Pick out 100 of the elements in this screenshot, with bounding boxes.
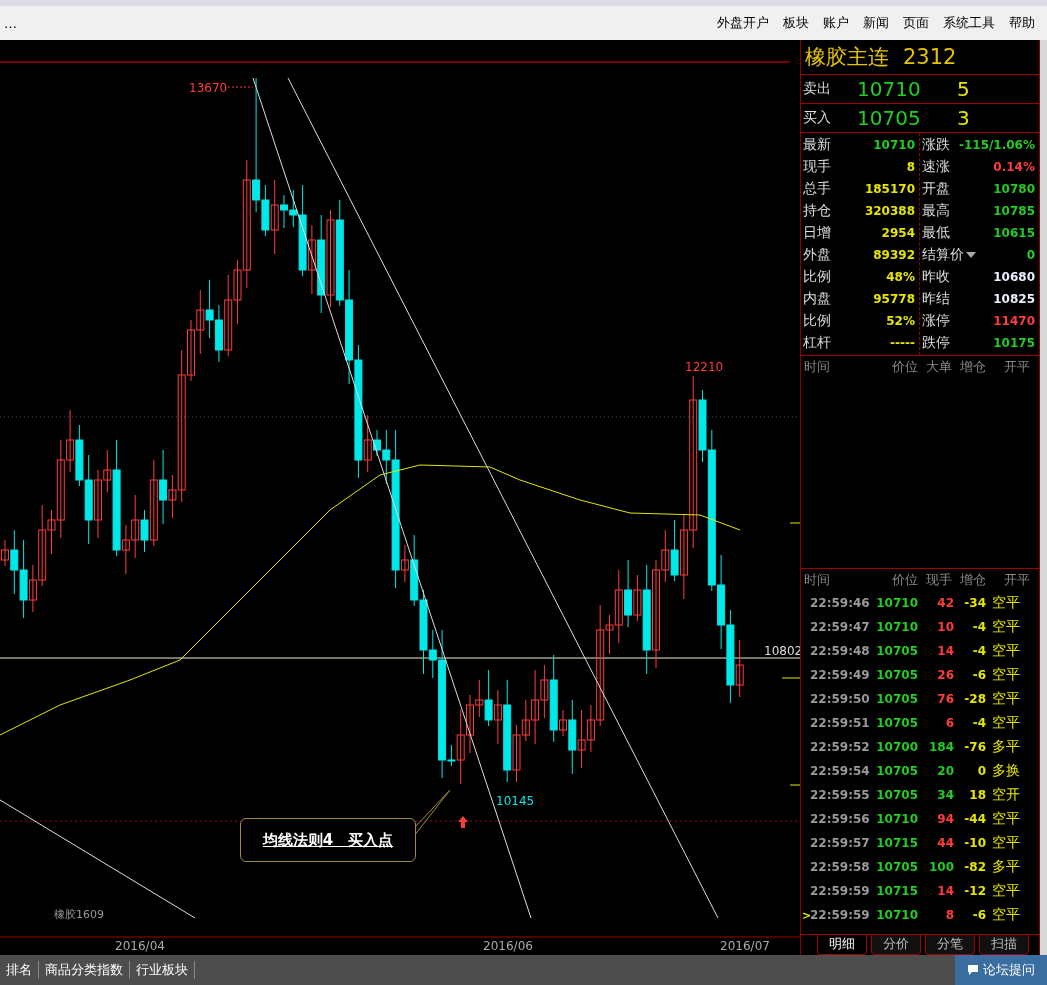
tick-type: 空平 — [991, 690, 1021, 708]
stat-value: 185170 — [864, 182, 915, 196]
stat-value: 11470 — [993, 314, 1035, 328]
stat-label: 现手 — [803, 158, 831, 176]
tick-price: 10710 — [876, 812, 918, 826]
tick-time: 22:59:48 — [810, 644, 871, 658]
candlestick — [577, 709, 586, 769]
tick-volume: 76 — [936, 692, 954, 706]
stat-value: 8 — [906, 160, 915, 174]
tick-change: -44 — [963, 812, 986, 826]
tick-price: 10705 — [876, 788, 918, 802]
stat-label: 日增 — [803, 224, 831, 242]
candlestick — [214, 304, 223, 363]
tick-time: 22:59:47 — [810, 620, 871, 634]
tick-time: 22:59:55 — [810, 788, 871, 802]
stat-value: 95778 — [873, 292, 915, 306]
stat-label: 比例 — [803, 312, 831, 330]
callout-text: 均线法则4 买入点 — [262, 830, 394, 850]
tick-change: -82 — [963, 860, 986, 874]
stat-label: 杠杆 — [803, 334, 831, 352]
tick-change: -76 — [963, 740, 986, 754]
stat-label: 内盘 — [803, 290, 831, 308]
tick-type: 多平 — [991, 738, 1021, 756]
panel-tab[interactable]: 分价 — [871, 935, 921, 955]
column-header: 价位 — [891, 358, 919, 376]
tick-change: 18 — [968, 788, 986, 802]
tick-type: 空平 — [991, 810, 1021, 828]
menu-item[interactable]: 外盘开户 — [717, 14, 769, 32]
menu-item[interactable]: 账户 — [823, 14, 849, 32]
peak-price-label: 12210 — [685, 360, 724, 374]
tick-change: -4 — [971, 644, 986, 658]
stat-label: 涨跌 — [922, 136, 950, 154]
stat-value: 10680 — [993, 270, 1035, 284]
tick-change: -6 — [971, 908, 986, 922]
stat-label: 外盘 — [803, 246, 831, 264]
tick-change: 0 — [976, 764, 986, 778]
menu-item[interactable]: 新闻 — [863, 14, 889, 32]
overflow-menu[interactable]: … — [4, 15, 17, 31]
tick-type: 空开 — [991, 786, 1021, 804]
current-row-marker: > — [802, 908, 810, 922]
panel-tab[interactable]: 扫描 — [979, 935, 1029, 955]
tick-time: 22:59:52 — [810, 740, 871, 754]
order-volume: 5 — [957, 77, 970, 101]
menu-item[interactable]: 板块 — [783, 14, 809, 32]
stat-value: 10825 — [993, 292, 1035, 306]
tick-volume: 26 — [936, 668, 954, 682]
tick-volume: 14 — [936, 644, 954, 658]
tick-type: 空平 — [991, 666, 1021, 684]
tick-type: 空平 — [991, 834, 1021, 852]
tick-volume: 94 — [936, 812, 954, 826]
forum-question-button[interactable]: 论坛提问 — [955, 955, 1047, 985]
axis-tick — [781, 677, 800, 679]
tick-change: -4 — [971, 620, 986, 634]
tick-price: 10705 — [876, 716, 918, 730]
stat-label: 昨收 — [922, 268, 950, 286]
tick-change: -6 — [971, 668, 986, 682]
column-header: 开平 — [1003, 571, 1031, 589]
menu-item[interactable]: 帮助 — [1009, 14, 1035, 32]
stat-label: 开盘 — [922, 180, 950, 198]
tick-volume: 184 — [927, 740, 954, 754]
column-header: 大单 — [925, 358, 953, 376]
date-label: 2016/04 — [115, 939, 165, 953]
caret-icon — [966, 252, 976, 258]
stat-value: 52% — [886, 314, 915, 328]
tick-time: 22:59:57 — [810, 836, 871, 850]
column-header: 开平 — [1003, 358, 1031, 376]
contract-code: 2312 — [903, 45, 957, 69]
tick-time: 22:59:50 — [810, 692, 871, 706]
tick-time: 22:59:54 — [810, 764, 871, 778]
menu-item[interactable]: 页面 — [903, 14, 929, 32]
menu-item[interactable]: 系统工具 — [943, 14, 995, 32]
status-tab[interactable]: 行业板块 — [130, 961, 195, 979]
tick-time: 22:59:51 — [810, 716, 871, 730]
tick-price: 10700 — [876, 740, 918, 754]
tick-type: 空平 — [991, 906, 1021, 924]
tick-price: 10710 — [876, 620, 918, 634]
column-header: 时间 — [804, 358, 831, 376]
stat-label: 最高 — [922, 202, 950, 220]
panel-tab[interactable]: 分笔 — [925, 935, 975, 955]
order-price: 10710 — [857, 77, 922, 101]
stat-dropdown[interactable]: 结算价 — [922, 246, 976, 264]
stat-value: 2954 — [881, 226, 915, 240]
tick-time: 22:59:56 — [810, 812, 871, 826]
stat-value: 0 — [1026, 248, 1035, 262]
tick-type: 空平 — [991, 882, 1021, 900]
order-volume: 3 — [957, 106, 970, 130]
column-header: 增仓 — [959, 571, 987, 589]
column-header: 时间 — [804, 571, 831, 589]
stat-value: 10175 — [993, 336, 1035, 350]
stat-label: 持仓 — [803, 202, 831, 220]
panel-tab[interactable]: 明细 — [817, 935, 867, 955]
low-price-label: 10145 — [496, 794, 535, 808]
leader-line — [227, 86, 254, 88]
stat-value: 10615 — [993, 226, 1035, 240]
tick-volume: 100 — [927, 860, 954, 874]
tick-volume: 10 — [936, 620, 954, 634]
status-tab[interactable]: 商品分类指数 — [39, 961, 130, 979]
order-side-label: 卖出 — [802, 80, 832, 98]
status-tab[interactable]: 排名 — [0, 961, 39, 979]
stat-value: ----- — [890, 336, 915, 350]
